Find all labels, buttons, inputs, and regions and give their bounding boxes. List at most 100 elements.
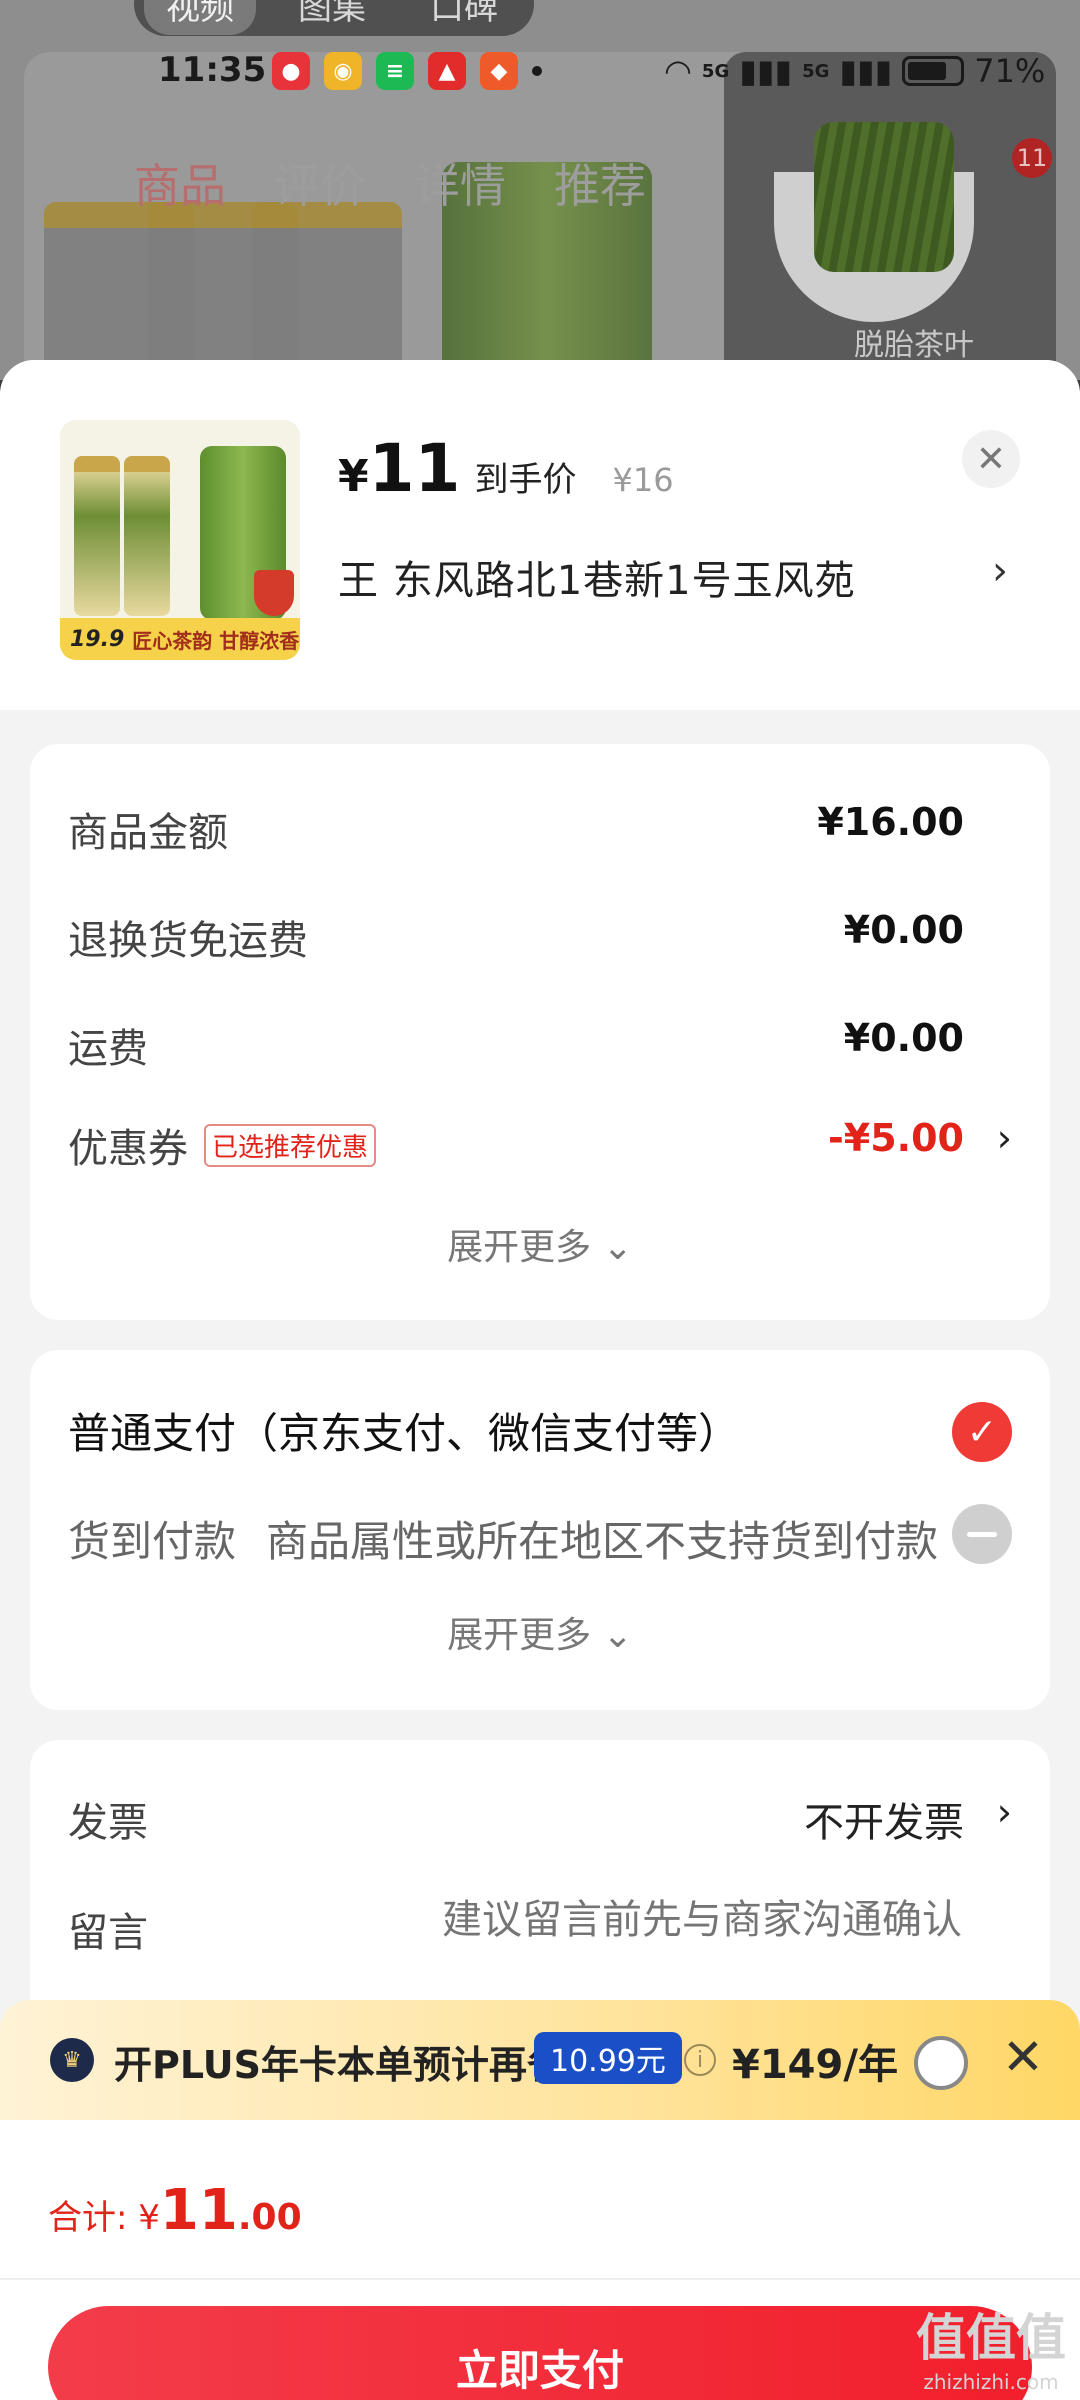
- tab-reviews[interactable]: 评价: [274, 150, 366, 216]
- minus-icon: [967, 1531, 997, 1537]
- plus-annual-price: ¥149/年: [732, 2042, 898, 2088]
- summary-value: ¥0.00: [843, 1016, 964, 1060]
- watermark-logo: 值值值: [916, 2309, 1066, 2367]
- tab-goods[interactable]: 商品: [134, 150, 226, 216]
- special-app-icon: ▲: [428, 52, 466, 90]
- close-button[interactable]: ✕: [962, 430, 1020, 488]
- app-notification-icon: ◆: [480, 52, 518, 90]
- total-decimal: .00: [237, 2197, 302, 2238]
- summary-expand-more[interactable]: 展开更多 ⌄: [30, 1218, 1050, 1270]
- summary-label: 商品金额: [68, 810, 228, 856]
- order-total: 合计: ¥11.00: [48, 2178, 302, 2243]
- coupon-label: 优惠券: [68, 1126, 188, 1172]
- battery-percent: 71%: [974, 52, 1046, 90]
- plus-promo-text: 开PLUS年卡本单预计再省: [114, 2043, 565, 2087]
- video-caption: 脱胎茶叶: [854, 328, 974, 363]
- note-input[interactable]: [404, 1896, 964, 1944]
- signal-icon: ▮▮▮: [739, 52, 793, 90]
- invoice-chevron-right-icon[interactable]: ›: [997, 1790, 1012, 1834]
- coupon-tag: 已选推荐优惠: [204, 1123, 377, 1167]
- plus-saving-badge: 10.99元: [534, 2032, 682, 2084]
- status-bar: 11:35 ● ◉ ≡ ▲ ◆ ◠ 5G ▮▮▮ 5G ▮▮▮ 71%: [0, 48, 1080, 100]
- signal-icon-2: ▮▮▮: [839, 52, 893, 90]
- invoice-note-card: 发票 不开发票 › 留言: [30, 1740, 1050, 2040]
- wifi-icon: ◠: [664, 52, 692, 90]
- jd-app-icon: ●: [272, 52, 310, 90]
- final-price: 11: [368, 430, 461, 507]
- payment-method-card: 普通支付（京东支付、微信支付等） ✓ 货到付款 商品属性或所在地区不支持货到付款 …: [30, 1350, 1050, 1710]
- plus-opt-in-radio[interactable]: [914, 2036, 968, 2090]
- network-label: 5G: [701, 60, 730, 82]
- cod-description: 商品属性或所在地区不支持货到付款: [266, 1517, 939, 1566]
- cart-count-badge: 11: [1012, 138, 1052, 178]
- cod-payment-option: 货到付款 商品属性或所在地区不支持货到付款: [68, 1508, 938, 1569]
- close-icon[interactable]: ✕: [1002, 2028, 1044, 2086]
- tab-details[interactable]: 详情: [414, 150, 506, 216]
- notification-icons: ● ◉ ≡ ▲ ◆: [272, 52, 542, 90]
- price-row: ¥ 11 到手价 ¥16: [338, 430, 674, 507]
- payment-expand-more[interactable]: 展开更多 ⌄: [30, 1606, 1050, 1658]
- summary-label: 运费: [68, 1026, 148, 1072]
- cod-disabled-radio: [952, 1504, 1012, 1564]
- media-tab-reviews[interactable]: 口碑: [408, 0, 520, 35]
- tea-leaves-image: [814, 122, 954, 272]
- plus-membership-banner: ♛ 开PLUS年卡本单预计再省 10.99元 i ¥149/年 ✕: [0, 2000, 1080, 2120]
- tea-tube-image: [74, 456, 120, 616]
- summary-value: ¥0.00: [843, 908, 964, 952]
- expand-more-label: 展开更多: [447, 1227, 592, 1268]
- plus-crown-icon: ♛: [50, 2038, 94, 2082]
- summary-value: ¥16.00: [817, 800, 964, 844]
- summary-label: 优惠券 已选推荐优惠: [68, 1116, 377, 1174]
- total-integer: 11: [159, 2178, 238, 2243]
- standard-payment-selected[interactable]: ✓: [952, 1402, 1012, 1462]
- coupon-chevron-right-icon[interactable]: ›: [997, 1116, 1012, 1160]
- shipping-address[interactable]: 王 东风路北1巷新1号玉风苑: [338, 548, 856, 606]
- thumbnail-slogan: 匠心茶韵 甘醇浓香: [132, 628, 300, 653]
- pay-now-button[interactable]: 立即支付: [48, 2306, 1032, 2400]
- watermark: 值值值 zhizhizhi.com: [916, 2298, 1066, 2394]
- summary-label: 退换货免运费: [68, 918, 308, 964]
- order-summary-card: 商品金额 ¥16.00 退换货免运费 ¥0.00 运费 ¥0.00 优惠券 已选推…: [30, 744, 1050, 1320]
- tea-tube-image: [124, 456, 170, 616]
- chevron-down-icon: ⌄: [602, 1615, 633, 1656]
- tea-jar-image: [252, 202, 402, 380]
- page-tabs: 商品 评价 详情 推荐: [134, 150, 646, 216]
- total-label: 合计: ¥: [48, 2198, 160, 2238]
- weibo-app-icon: ◉: [324, 52, 362, 90]
- thumbnail-price-tag: 19.9: [70, 626, 125, 652]
- coupon-discount: -¥5.00: [828, 1116, 964, 1160]
- expand-more-label: 展开更多: [447, 1615, 592, 1656]
- price-caption: 到手价: [474, 460, 577, 500]
- standard-payment-option[interactable]: 普通支付（京东支付、微信支付等）: [68, 1400, 740, 1461]
- invoice-value: 不开发票: [804, 1800, 964, 1846]
- media-tab-gallery[interactable]: 图集: [276, 0, 388, 35]
- info-icon[interactable]: i: [684, 2044, 716, 2076]
- quality-shield-icon: [254, 570, 294, 616]
- address-chevron-right-icon[interactable]: ›: [992, 548, 1008, 594]
- chevron-down-icon: ⌄: [602, 1227, 633, 1268]
- cod-label: 货到付款: [68, 1517, 237, 1566]
- tab-recommend[interactable]: 推荐: [554, 150, 646, 216]
- floating-video-player[interactable]: 脱胎茶叶: [724, 52, 1056, 380]
- product-thumbnail: 19.9 匠心茶韵 甘醇浓香: [60, 420, 300, 660]
- network-label-2: 5G: [802, 60, 830, 82]
- media-tabs: 视频 图集 口碑: [134, 0, 534, 36]
- more-notifications-dot: [532, 66, 542, 76]
- media-tab-video[interactable]: 视频: [144, 0, 256, 35]
- thumbnail-banner: 19.9 匠心茶韵 甘醇浓香: [60, 618, 300, 660]
- status-right: ◠ 5G ▮▮▮ 5G ▮▮▮ 71%: [664, 52, 1045, 90]
- watermark-url: zhizhizhi.com: [923, 2370, 1059, 2394]
- checkmark-icon: ✓: [966, 1411, 998, 1453]
- currency-symbol: ¥: [338, 451, 369, 502]
- divider: [0, 2278, 1080, 2280]
- battery-icon: [902, 56, 965, 86]
- music-app-icon: ≡: [376, 52, 414, 90]
- checkout-sheet: 19.9 匠心茶韵 甘醇浓香 ¥ 11 到手价 ¥16 王 东风路北1巷新1号玉…: [0, 360, 1080, 2400]
- original-price: ¥16: [612, 461, 674, 499]
- invoice-label: 发票: [68, 1800, 148, 1846]
- product-header: 19.9 匠心茶韵 甘醇浓香 ¥ 11 到手价 ¥16 王 东风路北1巷新1号玉…: [0, 360, 1080, 710]
- status-time: 11:35: [158, 50, 267, 90]
- note-label: 留言: [68, 1910, 148, 1956]
- close-icon: ✕: [975, 438, 1007, 480]
- header-card-edge: [30, 682, 1050, 710]
